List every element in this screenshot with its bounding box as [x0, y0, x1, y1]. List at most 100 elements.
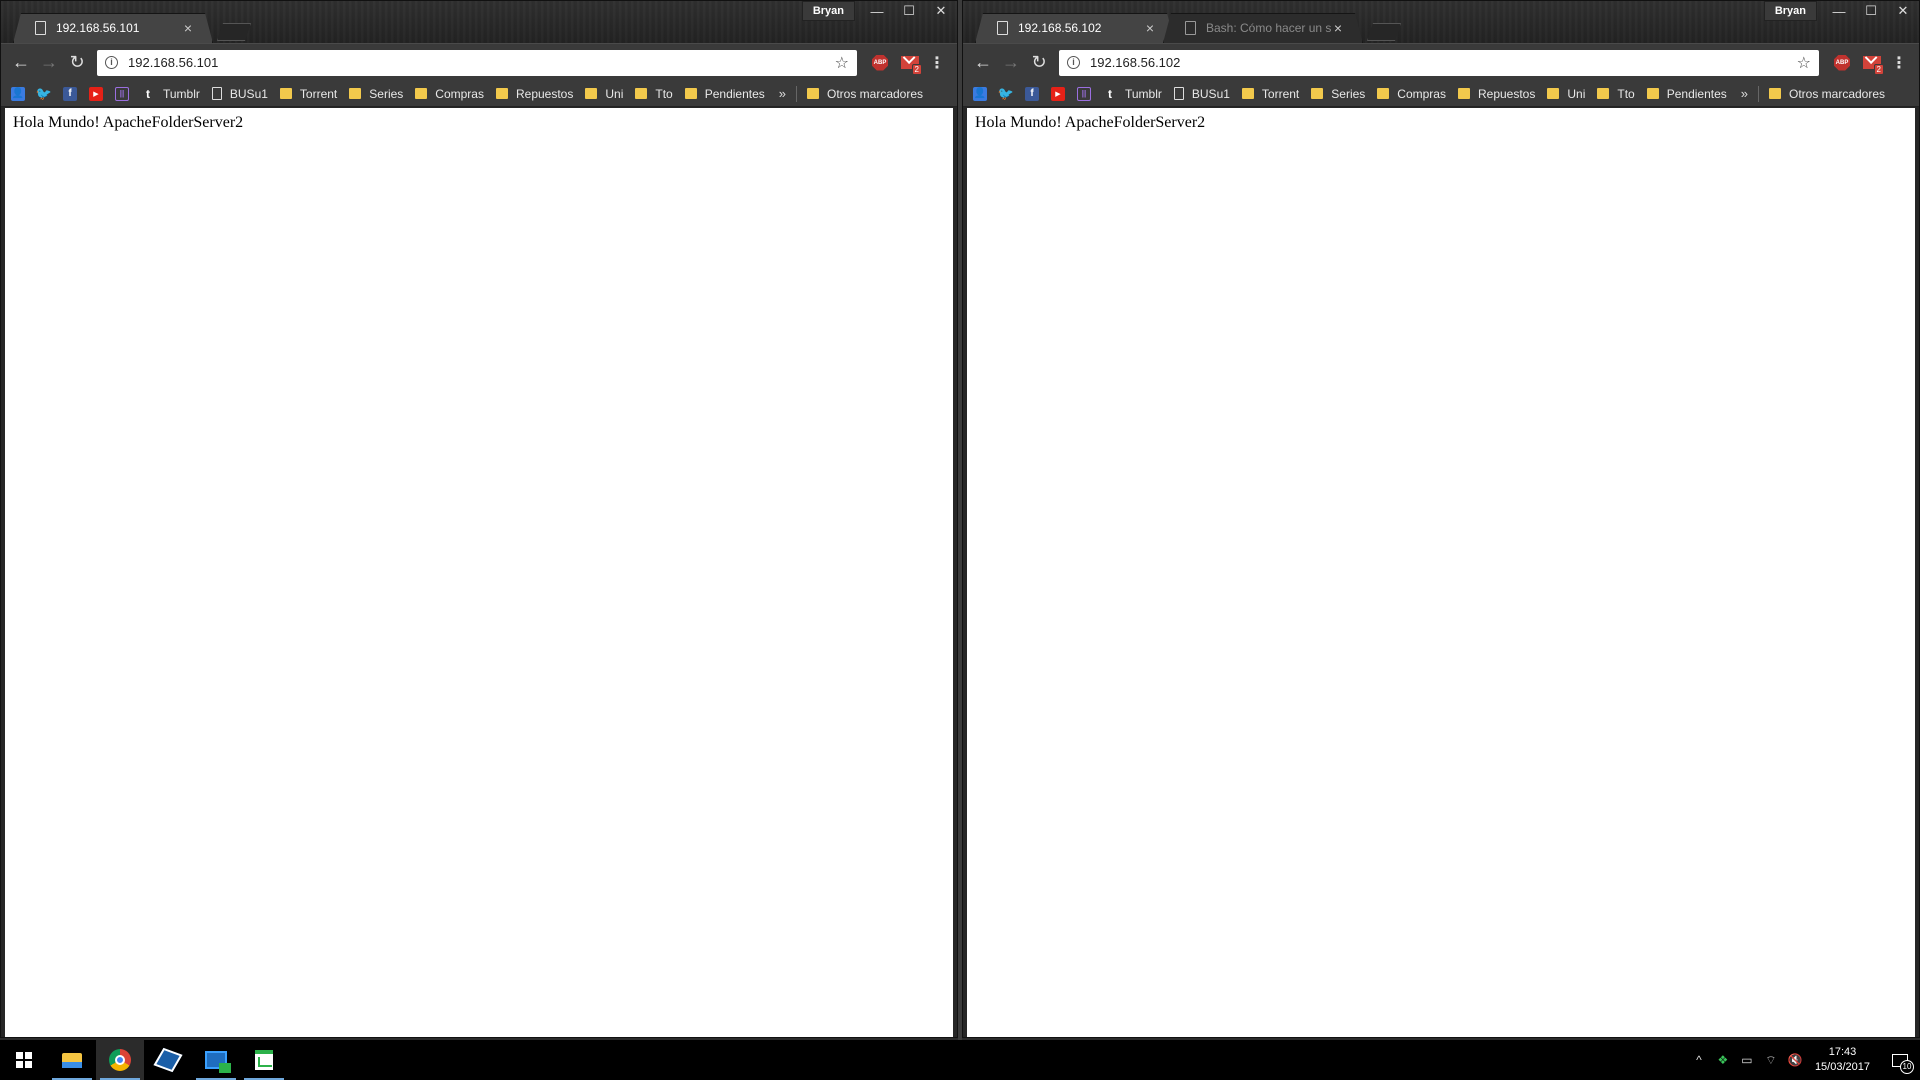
minimize-button[interactable]: — — [1823, 1, 1855, 21]
bookmark-folder-repuestos[interactable]: Repuestos — [1457, 87, 1535, 101]
tumblr-icon: t — [1108, 86, 1112, 101]
url-text[interactable]: 192.168.56.101 — [128, 55, 835, 70]
desktop: 192.168.56.101 × Bryan — ☐ ✕ ← → ↻ i 192… — [0, 0, 1920, 1040]
bookmark-label: Pendientes — [1666, 86, 1727, 101]
bookmark-label: Series — [1331, 86, 1366, 101]
wifi-icon[interactable]: ⌔ — [1759, 1053, 1783, 1068]
start-button[interactable] — [0, 1040, 48, 1080]
taskbar-network[interactable] — [192, 1040, 240, 1080]
maximize-button[interactable]: ☐ — [1855, 1, 1887, 21]
taskbar-spreadsheet[interactable] — [240, 1040, 288, 1080]
bookmark-folder-compras[interactable]: Compras — [415, 87, 484, 101]
folder-icon — [1547, 88, 1560, 99]
spreadsheet-icon — [255, 1050, 273, 1070]
bookmark-folder-other[interactable]: Otros marcadores — [807, 87, 923, 101]
bookmark-facebook[interactable]: f — [63, 86, 77, 101]
reload-button[interactable]: ↻ — [63, 49, 91, 77]
page-viewport[interactable]: Hola Mundo! ApacheFolderServer2 — [5, 108, 953, 1037]
bookmark-folder-pendientes[interactable]: Pendientes — [1646, 86, 1727, 101]
back-button[interactable]: ← — [969, 49, 997, 77]
tab-close-icon[interactable]: × — [181, 20, 195, 36]
reload-button[interactable]: ↻ — [1025, 49, 1053, 77]
address-bar[interactable]: i 192.168.56.102 ☆ — [1059, 49, 1819, 76]
taskbar-file-explorer[interactable] — [48, 1040, 96, 1080]
show-hidden-icons-chevron-icon[interactable]: ^ — [1687, 1053, 1711, 1067]
bookmark-youtube[interactable]: ▶ — [89, 86, 103, 101]
adblock-icon: ABP — [1834, 54, 1850, 71]
folder-icon — [1311, 88, 1324, 99]
action-center-button[interactable]: 10 — [1880, 1040, 1920, 1080]
bookmark-twitch[interactable]: || — [115, 86, 129, 101]
browser-window-left: 192.168.56.101 × Bryan — ☐ ✕ ← → ↻ i 192… — [0, 0, 958, 1038]
bookmark-busu1[interactable]: BUSu1 — [1173, 87, 1230, 101]
adblock-extension[interactable]: ABP — [867, 50, 893, 76]
bookmark-contacts[interactable]: 👤 — [973, 86, 987, 101]
bookmark-folder-compras[interactable]: Compras — [1377, 87, 1446, 101]
gmail-extension[interactable]: 2 — [1859, 50, 1885, 76]
bookmark-folder-series[interactable]: Series — [349, 87, 403, 101]
address-bar[interactable]: i 192.168.56.101 ☆ — [97, 49, 857, 76]
tab-close-icon[interactable]: × — [1143, 20, 1157, 36]
new-tab-button[interactable] — [217, 23, 251, 41]
site-info-icon[interactable]: i — [105, 56, 118, 69]
adblock-extension[interactable]: ABP — [1829, 50, 1855, 76]
maximize-button[interactable]: ☐ — [893, 1, 925, 21]
minimize-button[interactable]: — — [861, 1, 893, 21]
bookmark-youtube[interactable]: ▶ — [1051, 86, 1065, 101]
window-controls: Bryan — ☐ ✕ — [1763, 1, 1919, 21]
bookmark-folder-series[interactable]: Series — [1311, 87, 1365, 101]
bookmark-star-icon[interactable]: ☆ — [835, 53, 849, 73]
clock[interactable]: 17:43 15/03/2017 — [1815, 1045, 1870, 1075]
bookmark-tumblr[interactable]: t Tumblr — [1103, 87, 1162, 101]
menu-button[interactable]: ⋮ — [923, 49, 951, 77]
forward-button[interactable]: → — [997, 49, 1025, 77]
bookmark-busu1[interactable]: BUSu1 — [211, 87, 268, 101]
folder-icon — [1646, 88, 1659, 99]
url-text[interactable]: 192.168.56.102 — [1090, 55, 1797, 70]
tab-active[interactable]: 192.168.56.102 × — [975, 13, 1175, 43]
tab-strip: 192.168.56.101 × — [13, 13, 251, 43]
bookmark-folder-pendientes[interactable]: Pendientes — [684, 87, 765, 101]
bookmark-label: Series — [369, 86, 404, 101]
volume-muted-icon[interactable]: 🔇 — [1783, 1053, 1807, 1067]
profile-button[interactable]: Bryan — [801, 1, 855, 21]
bookmark-contacts[interactable]: 👤 — [11, 86, 25, 101]
bookmark-folder-other[interactable]: Otros marcadores — [1769, 87, 1885, 101]
menu-button[interactable]: ⋮ — [1885, 49, 1913, 77]
bookmark-facebook[interactable]: f — [1025, 86, 1039, 101]
bookmark-label: Uni — [1567, 86, 1586, 101]
tab-inactive[interactable]: Bash: Cómo hacer un sc × — [1163, 13, 1363, 43]
more-bookmarks-button[interactable]: » — [779, 86, 786, 101]
bookmark-twitch[interactable]: || — [1077, 86, 1091, 101]
new-tab-button[interactable] — [1367, 23, 1401, 41]
bookmark-label: Tto — [1617, 86, 1635, 101]
taskbar-chrome[interactable] — [96, 1040, 144, 1080]
bookmark-twitter[interactable]: 🐦 — [998, 86, 1014, 101]
back-button[interactable]: ← — [7, 49, 35, 77]
bookmark-tumblr[interactable]: t Tumblr — [141, 87, 200, 101]
close-button[interactable]: ✕ — [1887, 1, 1919, 21]
forward-button[interactable]: → — [35, 49, 63, 77]
dropbox-icon[interactable]: ❖ — [1711, 1053, 1735, 1067]
page-viewport[interactable]: Hola Mundo! ApacheFolderServer2 — [967, 108, 1915, 1037]
bookmark-folder-uni[interactable]: Uni — [585, 87, 623, 101]
tab-close-icon[interactable]: × — [1331, 20, 1345, 36]
bookmark-folder-repuestos[interactable]: Repuestos — [495, 87, 573, 101]
close-button[interactable]: ✕ — [925, 1, 957, 21]
bookmark-folder-torrent[interactable]: Torrent — [1241, 87, 1299, 101]
tab-active[interactable]: 192.168.56.101 × — [13, 13, 213, 43]
bookmark-folder-tto[interactable]: Tto — [635, 87, 673, 101]
gmail-extension[interactable]: 2 — [897, 50, 923, 76]
site-info-icon[interactable]: i — [1067, 56, 1080, 69]
bookmark-folder-torrent[interactable]: Torrent — [279, 86, 338, 101]
bookmark-folder-tto[interactable]: Tto — [1597, 86, 1635, 101]
bookmark-label: Torrent — [299, 86, 338, 101]
folder-icon — [1597, 88, 1610, 99]
more-bookmarks-button[interactable]: » — [1741, 86, 1748, 101]
battery-icon[interactable]: ▭ — [1735, 1053, 1759, 1067]
bookmark-folder-uni[interactable]: Uni — [1547, 87, 1585, 101]
bookmark-twitter[interactable]: 🐦 — [36, 86, 52, 101]
profile-button[interactable]: Bryan — [1763, 1, 1817, 21]
taskbar-virtualbox[interactable] — [144, 1040, 192, 1080]
bookmark-star-icon[interactable]: ☆ — [1797, 53, 1811, 73]
